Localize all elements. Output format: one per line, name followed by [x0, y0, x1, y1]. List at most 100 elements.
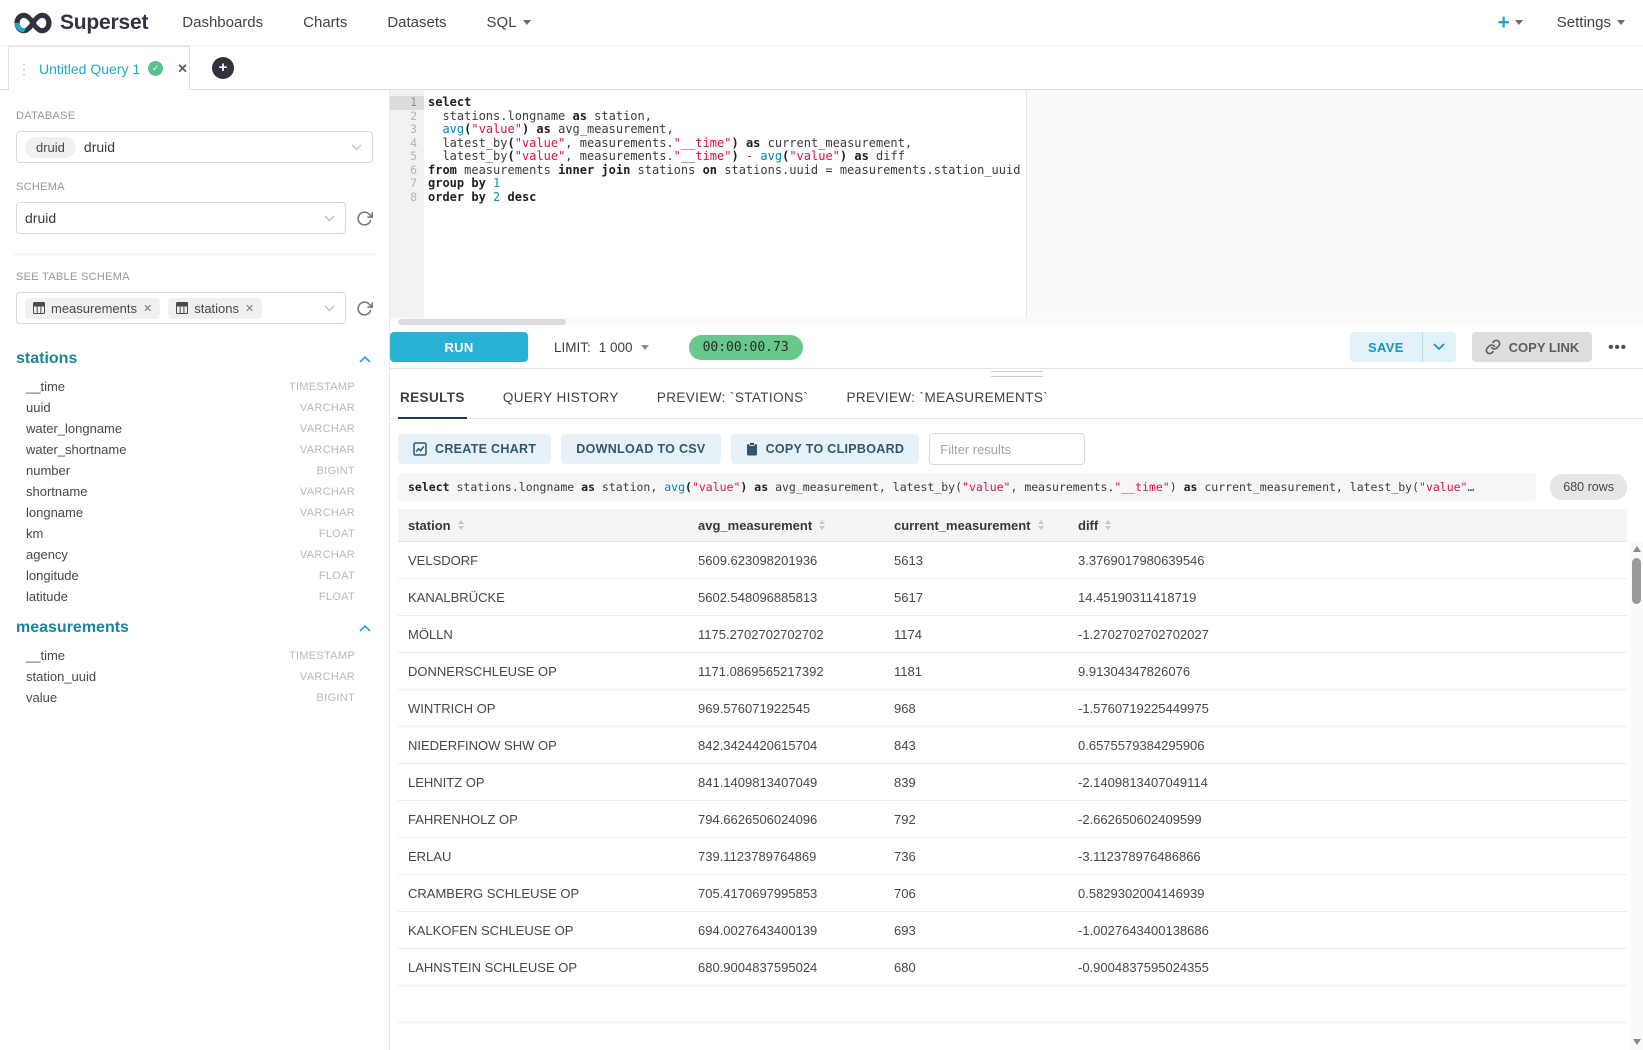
database-select[interactable]: druid druid: [16, 131, 373, 163]
table-pill-measurements[interactable]: measurements ✕: [25, 298, 160, 319]
table-cell: LAHNSTEIN SCHLEUSE OP: [398, 949, 688, 985]
table-cell: 968: [884, 690, 1068, 726]
drag-handle-icon[interactable]: ⋮: [17, 62, 31, 76]
table-cell: 3.3769017980639546: [1068, 542, 1627, 578]
scroll-down-icon[interactable]: [1633, 1039, 1641, 1045]
filter-results-input[interactable]: [929, 433, 1085, 465]
pane-resize-handle[interactable]: [991, 371, 1043, 377]
column-type: VARCHAR: [300, 423, 355, 435]
table-cell: 9.91304347826076: [1068, 653, 1627, 689]
line-number: 4: [390, 137, 424, 151]
sort-icon: [458, 520, 464, 530]
executed-query-preview[interactable]: select stations.longname as station, avg…: [398, 473, 1536, 501]
hscroll-thumb[interactable]: [398, 319, 566, 325]
download-csv-button[interactable]: DOWNLOAD TO CSV: [561, 434, 720, 464]
close-tab-icon[interactable]: ✕: [171, 61, 188, 77]
scroll-thumb[interactable]: [1632, 558, 1641, 604]
main-pane: 12345678 select stations.longname as sta…: [390, 90, 1643, 1050]
results-tab-3[interactable]: PREVIEW: `MEASUREMENTS`: [844, 390, 1050, 418]
results-tab-2[interactable]: PREVIEW: `STATIONS`: [655, 390, 811, 418]
nav-item-label: Datasets: [387, 14, 446, 31]
results-pane: RESULTS QUERY HISTORY PREVIEW: `STATIONS` P…: [390, 368, 1643, 1023]
sort-header-current_measurement[interactable]: current_measurement: [884, 509, 1068, 541]
nav-item-sql[interactable]: SQL: [487, 14, 531, 31]
run-button[interactable]: RUN: [390, 332, 528, 362]
table-pill-label: measurements: [51, 301, 137, 316]
results-tab-1[interactable]: QUERY HISTORY: [501, 390, 621, 418]
sql-editor[interactable]: 12345678 select stations.longname as sta…: [390, 90, 1643, 318]
code-line: from measurements inner join stations on…: [428, 164, 1643, 178]
column-header-label: diff: [1078, 518, 1098, 533]
scroll-up-icon[interactable]: [1633, 546, 1641, 552]
column-row: numberBIGINT: [16, 460, 373, 481]
caret-down-icon: [1617, 20, 1625, 25]
table-cell: 0.5829302004146939: [1068, 875, 1627, 911]
refresh-tables-icon[interactable]: [356, 300, 373, 317]
column-name: __time: [26, 379, 65, 394]
sort-header-avg_measurement[interactable]: avg_measurement: [688, 509, 884, 541]
nav-item-dashboards[interactable]: Dashboards: [182, 14, 263, 31]
table-cell: -2.662650602409599: [1068, 801, 1627, 837]
table-cell: 5602.548096885813: [688, 579, 884, 615]
line-number: 2: [390, 110, 424, 124]
line-number: 8: [390, 191, 424, 205]
sort-header-station[interactable]: station: [398, 509, 688, 541]
table-schema-select[interactable]: measurements✕stations✕: [16, 292, 346, 324]
table-cell: VELSDORF: [398, 542, 688, 578]
editor-code[interactable]: select stations.longname as station, avg…: [424, 90, 1643, 318]
table-cell: 680.9004837595024: [688, 949, 884, 985]
table-cell: 841.1409813407049: [688, 764, 884, 800]
nav-item-datasets[interactable]: Datasets: [387, 14, 446, 31]
superset-brand[interactable]: Superset: [14, 10, 148, 36]
database-value: druid: [84, 139, 115, 155]
table-row: KALKOFEN SCHLEUSE OP694.0027643400139693…: [398, 912, 1627, 949]
table-cell: ERLAU: [398, 838, 688, 874]
line-number: 3: [390, 123, 424, 137]
save-dropdown-button[interactable]: [1422, 332, 1456, 362]
clipboard-icon: [746, 442, 758, 456]
code-line: stations.longname as station,: [428, 110, 1643, 124]
editor-hscrollbar[interactable]: [390, 318, 1643, 326]
column-type: BIGINT: [317, 692, 355, 704]
query-timer-badge: 00:00:00.73: [689, 335, 803, 360]
schema-table-header-stations[interactable]: stations: [16, 350, 371, 368]
chevron-down-icon: [324, 305, 335, 312]
schema-table-header-measurements[interactable]: measurements: [16, 619, 371, 637]
refresh-schema-icon[interactable]: [356, 210, 373, 227]
code-line: group by 1: [428, 177, 1643, 191]
query-tab-active[interactable]: ⋮ Untitled Query 1 ✓ ✕: [8, 46, 190, 90]
table-cell: 794.6626506024096: [688, 801, 884, 837]
results-tab-results[interactable]: RESULTS: [398, 390, 467, 418]
column-name: station_uuid: [26, 669, 96, 684]
new-item-menu[interactable]: +: [1498, 12, 1523, 33]
column-row: longnameVARCHAR: [16, 502, 373, 523]
nav-item-label: Dashboards: [182, 14, 263, 31]
link-icon: [1485, 339, 1501, 355]
column-name: longname: [26, 505, 83, 520]
remove-table-icon[interactable]: ✕: [143, 302, 152, 315]
add-tab-button[interactable]: +: [212, 57, 234, 79]
table-cell: 706: [884, 875, 1068, 911]
nav-item-charts[interactable]: Charts: [303, 14, 347, 31]
divider: [14, 254, 375, 255]
column-type: VARCHAR: [300, 549, 355, 561]
limit-dropdown[interactable]: LIMIT: 1 000: [554, 340, 649, 355]
results-scrollbar[interactable]: [1630, 542, 1643, 1050]
table-cell: 680: [884, 949, 1068, 985]
column-row: kmFLOAT: [16, 523, 373, 544]
create-chart-button[interactable]: CREATE CHART: [398, 434, 551, 464]
schema-select[interactable]: druid: [16, 202, 346, 234]
copy-clipboard-button[interactable]: COPY TO CLIPBOARD: [731, 434, 920, 464]
column-name: value: [26, 690, 57, 705]
table-cell: 0.6575579384295906: [1068, 727, 1627, 763]
remove-table-icon[interactable]: ✕: [245, 302, 254, 315]
copy-link-button[interactable]: COPY LINK: [1472, 332, 1593, 362]
settings-menu[interactable]: Settings: [1557, 14, 1625, 31]
column-type: FLOAT: [319, 528, 355, 540]
sort-header-diff[interactable]: diff: [1068, 509, 1627, 541]
save-button[interactable]: SAVE: [1350, 332, 1422, 362]
table-pill-stations[interactable]: stations✕: [168, 298, 262, 319]
more-menu-button[interactable]: •••: [1608, 339, 1627, 356]
schema-tables: stations__timeTIMESTAMPuuidVARCHARwater_…: [16, 350, 373, 708]
column-name: shortname: [26, 484, 87, 499]
